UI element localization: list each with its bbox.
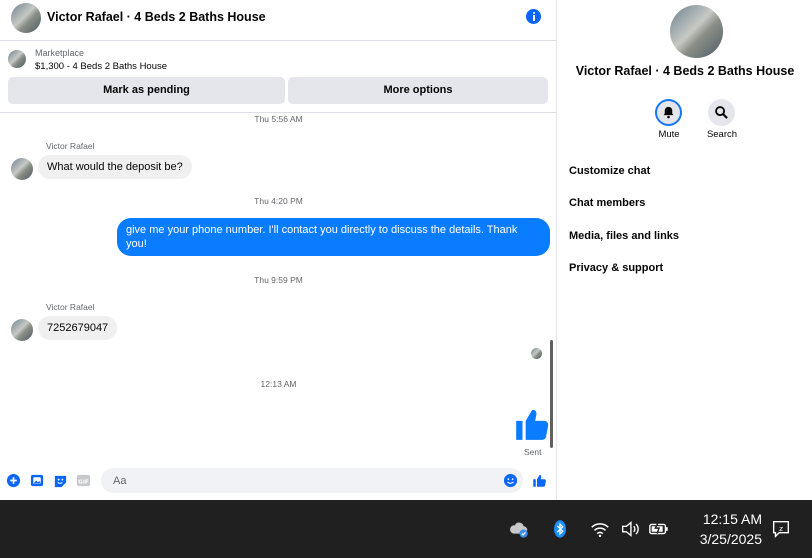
sender-avatar[interactable] — [11, 158, 33, 180]
thread-scrollbar[interactable] — [550, 340, 553, 448]
conversation-header: Victor Rafael · 4 Beds 2 Baths House — [0, 0, 557, 41]
marketplace-banner: Marketplace $1,300 - 4 Beds 2 Baths Hous… — [0, 41, 557, 113]
timestamp: Thu 4:20 PM — [254, 196, 303, 206]
contact-avatar[interactable] — [11, 3, 41, 33]
search-icon — [715, 106, 728, 119]
search-button[interactable] — [708, 99, 735, 126]
profile-avatar[interactable] — [670, 5, 723, 58]
message-input[interactable] — [101, 468, 523, 493]
marketplace-label: Marketplace — [35, 48, 85, 58]
menu-customize-chat[interactable]: Customize chat — [569, 165, 650, 177]
chat-info-panel: Victor Rafael · 4 Beds 2 Baths House Mut… — [558, 0, 812, 500]
svg-text:GIF: GIF — [78, 479, 89, 485]
sticker-icon[interactable] — [53, 473, 68, 488]
clock-date[interactable]: 3/25/2025 — [682, 531, 762, 547]
menu-privacy-support[interactable]: Privacy & support — [569, 262, 663, 274]
sender-avatar[interactable] — [11, 319, 33, 341]
bell-icon — [663, 106, 674, 119]
timestamp: 12:13 AM — [260, 379, 297, 389]
message-composer: GIF — [0, 465, 557, 500]
windows-taskbar: 12:15 AM 3/25/2025 z — [0, 500, 812, 558]
incoming-message[interactable]: 7252679047 — [38, 316, 118, 340]
sender-name: Victor Rafael — [46, 302, 95, 312]
menu-media-files-links[interactable]: Media, files and links — [569, 230, 679, 242]
outgoing-message[interactable]: give me your phone number. I'll contact … — [117, 218, 550, 256]
read-receipt-avatar — [531, 348, 542, 359]
incoming-message[interactable]: What would the deposit be? — [38, 155, 192, 179]
plus-icon[interactable] — [6, 473, 21, 488]
info-icon[interactable] — [526, 9, 541, 24]
mute-button[interactable] — [655, 99, 682, 126]
timestamp: Thu 9:59 PM — [254, 275, 303, 285]
sent-status: Sent — [524, 447, 542, 457]
like-icon[interactable] — [532, 473, 547, 488]
message-thread[interactable]: Thu 5:56 AM Victor Rafael What would the… — [0, 113, 557, 465]
onedrive-icon[interactable] — [508, 518, 530, 540]
messenger-window: Victor Rafael · 4 Beds 2 Baths House Mar… — [0, 0, 812, 500]
conversation-title[interactable]: Victor Rafael · 4 Beds 2 Baths House — [47, 10, 266, 24]
gif-icon[interactable]: GIF — [76, 473, 91, 488]
profile-title: Victor Rafael · 4 Beds 2 Baths House — [575, 64, 795, 78]
notification-icon[interactable]: z — [770, 518, 792, 540]
battery-icon[interactable] — [648, 518, 670, 540]
emoji-icon[interactable] — [503, 473, 518, 488]
photo-icon[interactable] — [30, 473, 45, 488]
sender-name: Victor Rafael — [46, 141, 95, 151]
like-thumb-icon[interactable] — [513, 404, 551, 444]
listing-title[interactable]: $1,300 - 4 Beds 2 Baths House — [35, 61, 167, 72]
svg-text:z: z — [779, 524, 783, 533]
wifi-icon[interactable] — [589, 518, 611, 540]
bluetooth-icon[interactable] — [549, 518, 571, 540]
listing-thumbnail[interactable] — [8, 50, 26, 68]
timestamp: Thu 5:56 AM — [254, 114, 303, 124]
volume-icon[interactable] — [619, 518, 641, 540]
conversation-pane: Victor Rafael · 4 Beds 2 Baths House Mar… — [0, 0, 557, 500]
clock-time[interactable]: 12:15 AM — [690, 511, 762, 527]
menu-chat-members[interactable]: Chat members — [569, 197, 645, 209]
search-label: Search — [706, 129, 738, 140]
mark-as-pending-button[interactable]: Mark as pending — [8, 77, 285, 104]
mute-label: Mute — [658, 129, 680, 140]
more-options-button[interactable]: More options — [288, 77, 548, 104]
